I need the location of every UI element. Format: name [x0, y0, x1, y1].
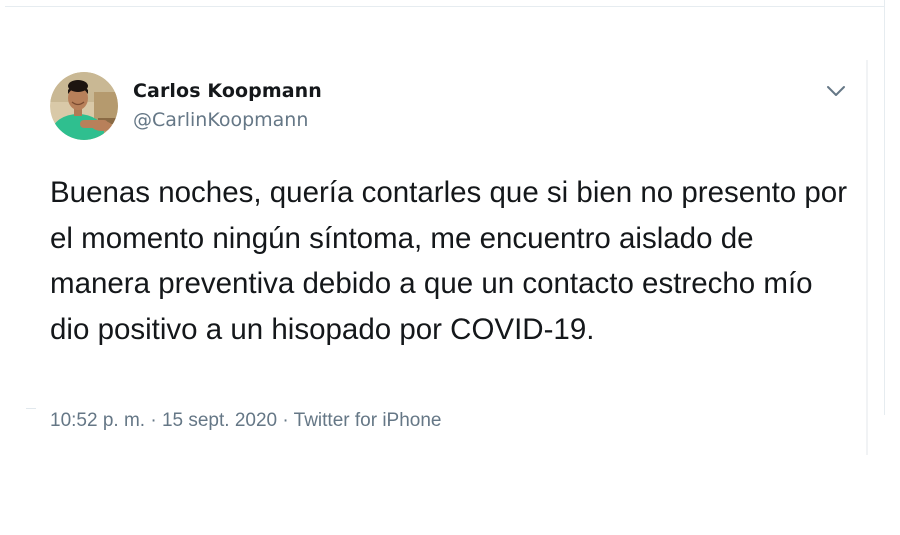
meta-separator: ·: [150, 410, 157, 431]
author-avatar[interactable]: [50, 72, 118, 140]
tweet-meta: 10:52 p. m. · 15 sept. 2020 · Twitter fo…: [50, 410, 442, 432]
meta-divider: [26, 408, 36, 409]
tweet-card: Carlos Koopmann @CarlinKoopmann Buenas n…: [0, 0, 900, 535]
author-name[interactable]: Carlos Koopmann: [133, 80, 322, 102]
tweet-text: Buenas noches, quería contarles que si b…: [50, 176, 848, 346]
tweet-source[interactable]: Twitter for iPhone: [294, 410, 442, 431]
chevron-down-icon[interactable]: [822, 80, 850, 102]
tweet-time[interactable]: 10:52 p. m.: [50, 410, 145, 431]
tweet-date[interactable]: 15 sept. 2020: [162, 410, 277, 431]
meta-separator: ·: [282, 410, 289, 431]
author-handle[interactable]: @CarlinKoopmann: [133, 109, 308, 131]
